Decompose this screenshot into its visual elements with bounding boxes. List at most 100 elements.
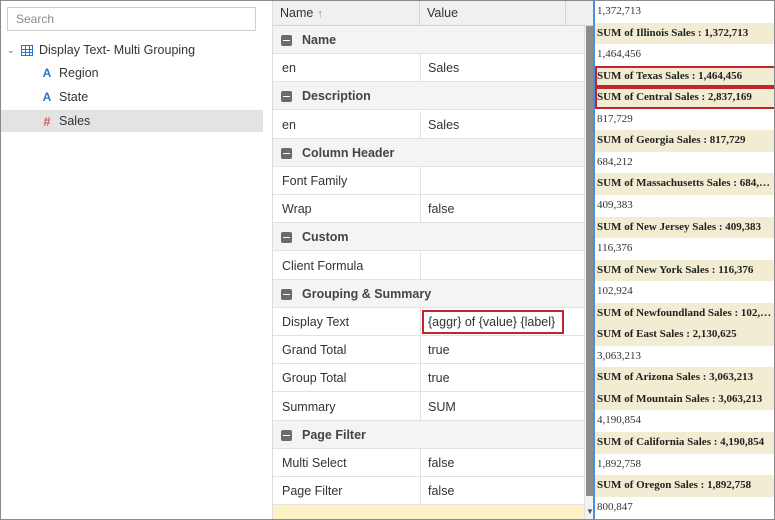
preview-summary-row: SUM of Newfoundland Sales : 102,… [595,302,774,325]
preview-value-row: 1,372,713 [597,5,641,17]
preview-value-row: 800,847 [597,500,633,513]
tree-item-label: Sales [59,114,91,128]
property-row[interactable]: Font Family [273,167,584,195]
preview-summary-row: SUM of Central Sales : 2,837,169 [595,87,774,109]
tree-item-label: Region [59,66,99,80]
property-row[interactable]: Wrap false [273,195,584,224]
report-preview-panel: 1,372,713 SUM of Illinois Sales : 1,372,7… [593,1,774,519]
property-value[interactable]: true [428,336,450,364]
property-name: Multi Select [282,456,347,470]
properties-grid: Name ↑ Value Name en Sales Description en Sale… [272,1,594,519]
preview-summary-row: SUM of Massachusetts Sales : 684,… [595,173,774,195]
property-name: Wrap [282,202,312,217]
property-section[interactable]: Page Filter [273,420,584,449]
property-value[interactable]: Sales [428,111,459,139]
preview-summary-row: SUM of New Jersey Sales : 409,383 [595,216,774,238]
preview-value-row: 4,190,854 [597,414,641,427]
property-section[interactable]: Column Header [273,138,584,167]
tree-item-label: State [59,90,89,104]
search-input[interactable] [8,8,255,30]
property-name: Grand Total [282,343,347,358]
property-value[interactable]: SUM [428,393,456,421]
section-label: Page Filter [302,427,366,442]
column-divider [420,110,421,139]
column-header-name[interactable]: Name ↑ [273,1,420,26]
property-row[interactable]: Grand Total true [273,336,584,365]
collapse-section-icon[interactable] [281,35,292,46]
preview-summary-row: SUM of Texas Sales : 1,464,456 [595,65,774,88]
tree-root-item[interactable]: ⌄ Display Text- Multi Grouping [7,39,262,61]
column-divider [420,167,421,195]
preview-summary-row: SUM of Oregon Sales : 1,892,758 [595,475,774,497]
field-tree-panel: ⌄ Display Text- Multi Grouping A Region … [1,1,271,519]
preview-value-row: 3,063,213 [597,349,641,362]
collapse-section-icon[interactable] [281,232,292,244]
property-value[interactable]: false [428,449,454,477]
property-value[interactable]: {aggr} of {value} {label} [428,312,555,332]
section-label: Description [302,89,371,104]
property-name: Display Text [282,315,350,329]
collapse-section-icon[interactable] [281,147,292,159]
section-label: Custom [302,230,349,245]
property-row[interactable]: Multi Select false [273,449,584,477]
preview-value-row: 1,892,758 [597,457,641,470]
grid-body: Name en Sales Description en Sales Column Head… [273,26,584,519]
chevron-down-icon[interactable]: ⌄ [7,45,19,56]
section-label: Name [302,33,337,47]
property-row[interactable]: Client Formula [273,251,584,280]
property-row[interactable]: en Sales [273,54,584,83]
preview-value-row: 684,212 [597,155,633,168]
property-name: Group Total [282,371,347,386]
tree-item-sales[interactable]: # Sales [1,110,263,132]
search-field[interactable] [7,7,256,31]
property-section[interactable]: Custom [273,223,584,252]
text-attribute-icon: A [42,66,52,80]
sort-ascending-icon: ↑ [317,8,323,20]
column-divider [420,364,421,393]
column-divider [420,54,421,83]
tree-item-state[interactable]: A State [1,86,263,108]
text-attribute-icon: A [42,90,52,104]
section-label: Grouping & Summary [302,286,432,301]
property-row[interactable]: Display Text {aggr} of {value} {label} [273,308,584,336]
property-row[interactable]: Summary SUM [273,392,584,421]
collapse-section-icon[interactable] [281,91,292,103]
property-row[interactable]: Group Total true [273,364,584,393]
property-name: en [282,61,296,76]
preview-summary-row: SUM of Georgia Sales : 817,729 [595,130,774,152]
preview-value-row: 409,383 [597,198,633,211]
column-divider [420,449,421,477]
column-divider [420,336,421,365]
preview-value-row: 116,376 [597,242,633,255]
collapse-section-icon[interactable] [281,288,292,300]
preview-summary-row: SUM of Mountain Sales : 3,063,213 [595,388,774,411]
preview-summary-row: SUM of Arizona Sales : 3,063,213 [595,367,774,389]
property-value[interactable]: false [428,477,454,505]
preview-summary-row: SUM of California Sales : 4,190,854 [595,432,774,454]
column-divider [420,392,421,421]
grid-footer-bar [273,505,584,519]
property-value[interactable]: true [428,364,450,392]
preview-value-row: 1,464,456 [597,48,641,61]
preview-value-row: 102,924 [597,285,633,298]
preview-summary-row: SUM of Illinois Sales : 1,372,713 [595,22,774,45]
property-section[interactable]: Grouping & Summary [273,279,584,308]
property-value[interactable]: Sales [428,54,459,82]
property-name: Client Formula [282,258,364,273]
window: ⌄ Display Text- Multi Grouping A Region … [0,0,775,520]
column-divider [420,308,421,336]
property-row[interactable]: Page Filter false [273,477,584,506]
property-value[interactable]: false [428,195,454,223]
property-name: Font Family [282,174,348,188]
display-text-value-highlight[interactable]: {aggr} of {value} {label} [422,310,564,334]
collapse-section-icon[interactable] [281,429,292,441]
property-section[interactable]: Name [273,26,584,54]
tree-item-region[interactable]: A Region [1,62,263,84]
column-divider [420,195,421,224]
column-header-value[interactable]: Value [420,1,566,26]
property-row[interactable]: en Sales [273,110,584,139]
column-header-value-label: Value [427,6,459,20]
section-label: Column Header [302,145,395,160]
property-section[interactable]: Description [273,82,584,111]
property-name: Page Filter [282,484,343,499]
